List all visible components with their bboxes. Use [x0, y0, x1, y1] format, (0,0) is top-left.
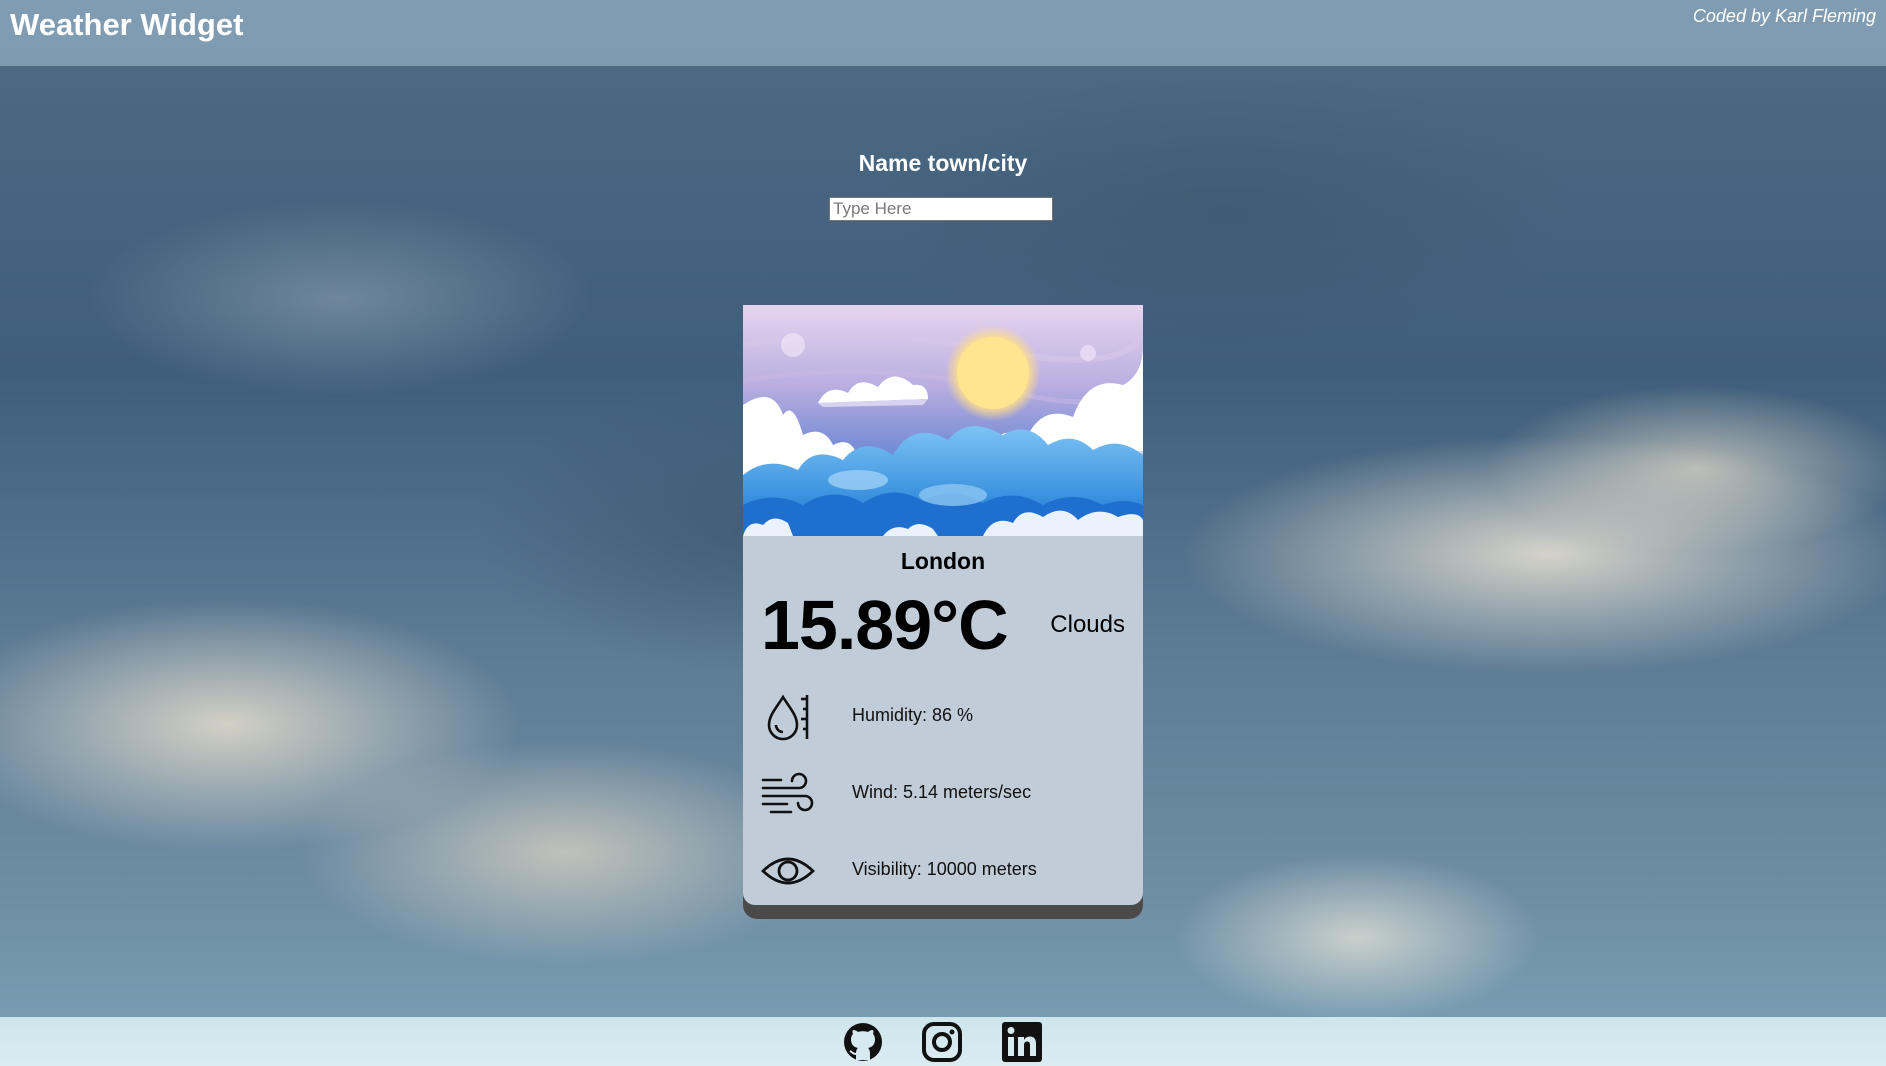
temperature: 15.89°C	[761, 586, 1009, 664]
humidity-text: Humidity: 86 %	[852, 705, 974, 725]
author-credit: Coded by Karl Fleming	[1692, 6, 1876, 26]
wind-row: Wind: 5.14 meters/sec	[743, 762, 1143, 822]
city-name: London	[900, 548, 986, 574]
weather-card: London 15.89°C Clouds Humidity: 86 % Win…	[743, 305, 1143, 905]
eye-icon	[761, 857, 815, 885]
linkedin-icon[interactable]	[1001, 1021, 1043, 1063]
weather-condition: Clouds	[1050, 611, 1125, 638]
top-bar: Weather Widget Coded by Karl Fleming	[0, 0, 1886, 66]
visibility-row: Visibility: 10000 meters	[743, 839, 1143, 899]
wind-icon	[761, 772, 814, 814]
footer	[0, 1017, 1886, 1066]
weather-illustration	[743, 305, 1143, 536]
humidity-row: Humidity: 86 %	[743, 685, 1143, 745]
city-search-input[interactable]	[829, 197, 1053, 221]
instagram-icon[interactable]	[921, 1021, 963, 1063]
app-title: Weather Widget	[10, 7, 244, 42]
search-label: Name town/city	[858, 150, 1028, 176]
wind-text: Wind: 5.14 meters/sec	[852, 782, 1032, 802]
visibility-text: Visibility: 10000 meters	[852, 859, 1037, 879]
github-icon[interactable]	[842, 1021, 884, 1063]
humidity-drop-icon	[767, 694, 809, 741]
